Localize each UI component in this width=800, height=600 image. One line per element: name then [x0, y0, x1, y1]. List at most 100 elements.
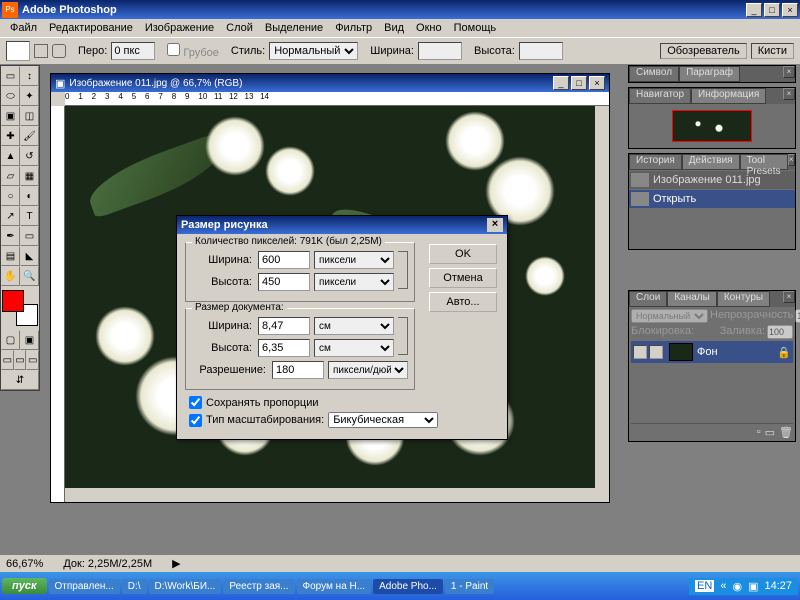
screen-standard[interactable]: ▭ — [1, 350, 14, 370]
menu-filter[interactable]: Фильтр — [329, 22, 378, 34]
menu-select[interactable]: Выделение — [259, 22, 329, 34]
status-arrow-icon[interactable]: ▶ — [172, 557, 180, 570]
tool-eraser[interactable]: ▱ — [1, 166, 20, 186]
height-input[interactable] — [519, 42, 563, 60]
task-item[interactable]: D:\ — [122, 579, 147, 594]
tool-heal[interactable]: ✚ — [1, 126, 20, 146]
width-input[interactable] — [418, 42, 462, 60]
panel-close[interactable]: × — [783, 291, 795, 303]
px-height-input[interactable] — [258, 273, 310, 291]
tool-zoom[interactable]: 🔍 — [20, 266, 39, 286]
tab-actions[interactable]: Действия — [682, 154, 740, 170]
task-item[interactable]: Реестр зая... — [223, 579, 294, 594]
menu-layer[interactable]: Слой — [220, 22, 259, 34]
tab-tool-presets[interactable]: Tool Presets — [740, 154, 788, 170]
doc-width-input[interactable] — [258, 317, 310, 335]
task-item[interactable]: D:\Work\БИ... — [149, 579, 222, 594]
dialog-titlebar[interactable]: Размер рисунка × — [177, 216, 507, 234]
tool-eyedrop[interactable]: ◣ — [20, 246, 39, 266]
mode-quickmask[interactable]: ▣ — [20, 330, 39, 350]
tab-paths[interactable]: Контуры — [717, 291, 770, 307]
tool-brush[interactable]: 🖌 — [20, 126, 39, 146]
panel-close[interactable]: × — [788, 154, 795, 166]
menu-view[interactable]: Вид — [378, 22, 410, 34]
doc-height-input[interactable] — [258, 339, 310, 357]
tool-shape[interactable]: ▭ — [20, 226, 39, 246]
screen-full[interactable]: ▭ — [26, 350, 39, 370]
doc-width-unit[interactable]: см — [314, 317, 394, 335]
close-button[interactable]: × — [782, 3, 798, 17]
tool-crop[interactable]: ▣ — [1, 106, 20, 126]
resolution-input[interactable] — [272, 361, 324, 379]
tray-icon[interactable]: ◉ — [732, 580, 742, 593]
link-slot[interactable] — [649, 345, 663, 359]
tab-channels[interactable]: Каналы — [667, 291, 717, 307]
menu-window[interactable]: Окно — [410, 22, 448, 34]
tab-brushes[interactable]: Кисти — [751, 43, 794, 59]
visibility-icon[interactable] — [633, 345, 647, 359]
resample-select[interactable]: Бикубическая — [328, 412, 438, 428]
tool-gradient[interactable]: ▦ — [20, 166, 39, 186]
doc-height-unit[interactable]: см — [314, 339, 394, 357]
minimize-button[interactable]: _ — [746, 3, 762, 17]
jump-imageready[interactable]: ⇵ — [1, 370, 39, 390]
clock[interactable]: 14:27 — [764, 580, 792, 592]
antialias-checkbox[interactable] — [167, 43, 180, 56]
resample-checkbox[interactable] — [189, 414, 202, 427]
tool-text[interactable]: T — [20, 206, 39, 226]
menu-edit[interactable]: Редактирование — [43, 22, 139, 34]
task-item[interactable]: Форум на Н... — [297, 579, 372, 594]
tab-info[interactable]: Информация — [691, 88, 766, 104]
tool-notes[interactable]: ▤ — [1, 246, 20, 266]
tool-hand[interactable]: ✋ — [1, 266, 20, 286]
panel-close[interactable]: × — [783, 66, 795, 78]
resolution-unit[interactable]: пиксели/дюйм — [328, 361, 408, 379]
tab-character[interactable]: Символ — [629, 66, 679, 82]
tray-icon[interactable]: « — [720, 580, 726, 592]
tab-layers[interactable]: Слои — [629, 291, 667, 307]
new-layer-icon[interactable]: ▫ — [757, 426, 761, 439]
layer-background[interactable]: Фон🔒 — [631, 341, 793, 363]
tab-navigator[interactable]: Навигатор — [629, 88, 691, 104]
feather-input[interactable] — [111, 42, 155, 60]
tab-browser[interactable]: Обозреватель — [660, 43, 747, 59]
marquee-preview-icon[interactable] — [6, 41, 30, 61]
tool-wand[interactable]: ✦ — [20, 86, 39, 106]
doc-maximize[interactable]: □ — [571, 76, 587, 90]
tool-move[interactable]: ↕ — [20, 66, 39, 86]
dialog-close[interactable]: × — [487, 218, 503, 232]
tool-path[interactable]: ↗ — [1, 206, 20, 226]
screen-full-menu[interactable]: ▭ — [14, 350, 27, 370]
tool-history[interactable]: ↺ — [20, 146, 39, 166]
px-width-unit[interactable]: пиксели — [314, 251, 394, 269]
tab-history[interactable]: История — [629, 154, 682, 170]
shape-square-icon[interactable] — [34, 44, 48, 58]
doc-minimize[interactable]: _ — [553, 76, 569, 90]
zoom-level[interactable]: 66,67% — [6, 558, 43, 570]
color-swatches[interactable] — [2, 290, 38, 326]
doc-close[interactable]: × — [589, 76, 605, 90]
tool-dodge[interactable]: ◐ — [20, 186, 39, 206]
px-height-unit[interactable]: пиксели — [314, 273, 394, 291]
new-folder-icon[interactable]: ▭ — [765, 426, 775, 439]
tool-pen[interactable]: ✒ — [1, 226, 20, 246]
task-item[interactable]: 1 - Paint — [445, 579, 494, 594]
mode-standard[interactable]: ▢ — [1, 330, 20, 350]
task-item-active[interactable]: Adobe Pho... — [373, 579, 443, 594]
navigator-thumb[interactable] — [672, 110, 752, 142]
history-step-open[interactable]: Открыть — [629, 190, 795, 208]
menu-image[interactable]: Изображение — [139, 22, 220, 34]
maximize-button[interactable]: □ — [764, 3, 780, 17]
ok-button[interactable]: OK — [429, 244, 497, 264]
trash-icon[interactable]: 🗑 — [779, 426, 793, 439]
auto-button[interactable]: Авто... — [429, 292, 497, 312]
style-select[interactable]: Нормальный — [269, 42, 358, 60]
panel-close[interactable]: × — [783, 88, 795, 100]
tool-lasso[interactable]: ⬭ — [1, 86, 20, 106]
tab-paragraph[interactable]: Параграф — [679, 66, 740, 82]
lang-indicator[interactable]: EN — [695, 580, 714, 592]
tool-slice[interactable]: ◫ — [20, 106, 39, 126]
start-button[interactable]: пуск — [2, 578, 47, 594]
task-item[interactable]: Отправлен... — [49, 579, 120, 594]
px-width-input[interactable] — [258, 251, 310, 269]
